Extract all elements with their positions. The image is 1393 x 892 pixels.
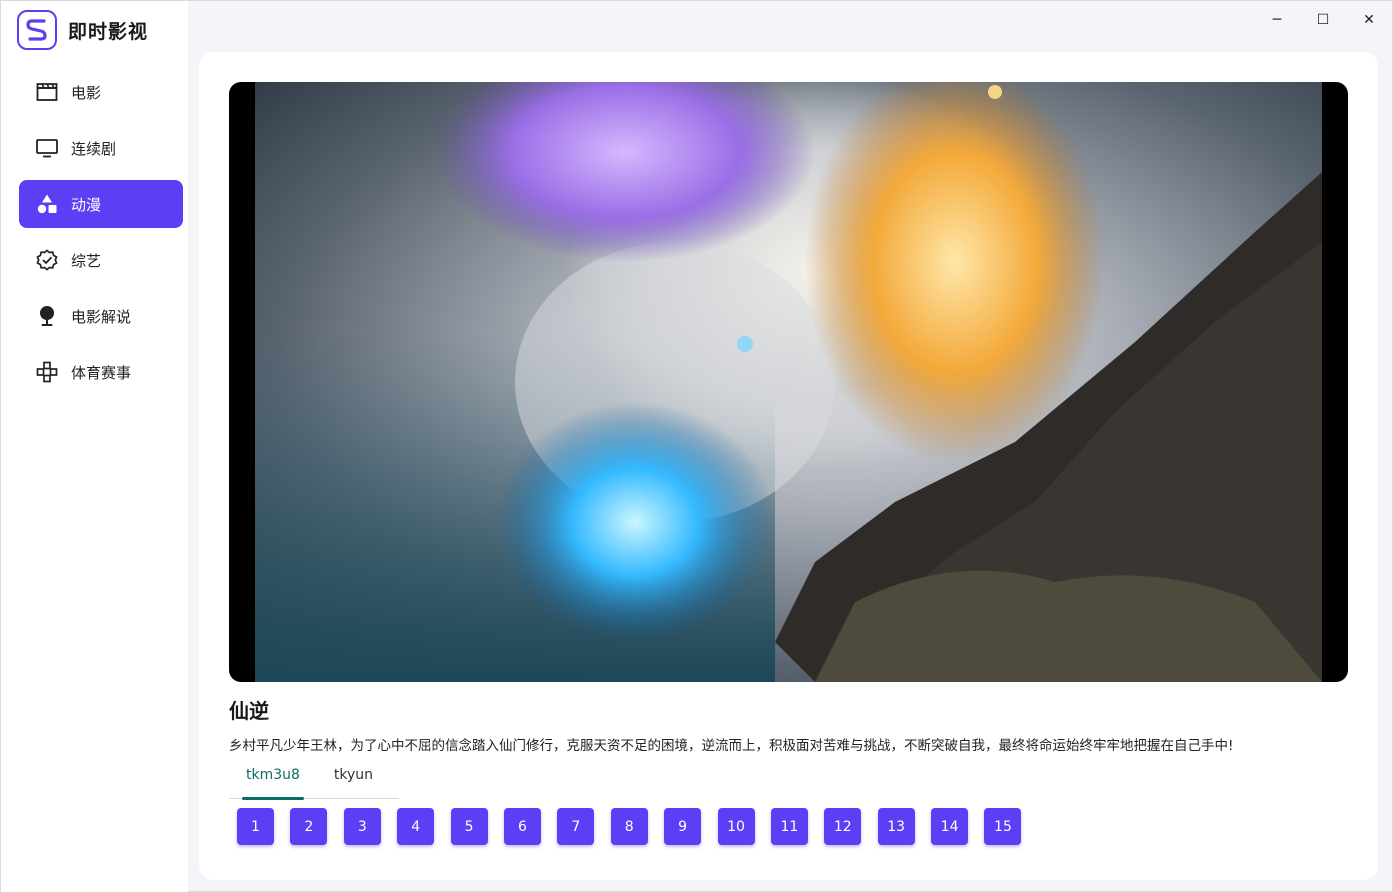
close-button[interactable]: ✕ — [1346, 1, 1392, 39]
sidebar-item-anime[interactable]: 动漫 — [19, 180, 183, 228]
sidebar: 即时影视 电影 连续剧 动漫 综艺 电影解说 体育赛事 — [1, 1, 188, 892]
sidebar-item-variety[interactable]: 综艺 — [19, 236, 183, 284]
microphone-icon — [35, 304, 59, 328]
episode-button[interactable]: 12 — [824, 808, 862, 845]
app-title: 即时影视 — [68, 20, 149, 43]
content-card: 仙逆 乡村平凡少年王林，为了心中不屈的信念踏入仙门修行，克服天资不足的困境，逆流… — [199, 52, 1378, 880]
episode-button[interactable]: 11 — [770, 808, 808, 845]
episode-button[interactable]: 2 — [290, 808, 328, 845]
episode-button[interactable]: 5 — [450, 808, 488, 845]
sidebar-item-label: 体育赛事 — [71, 363, 132, 382]
clapperboard-icon — [35, 80, 59, 104]
gamepad-icon — [35, 360, 59, 384]
sidebar-item-tv-series[interactable]: 连续剧 — [19, 124, 183, 172]
sidebar-item-label: 综艺 — [71, 251, 102, 270]
sidebar-item-label: 动漫 — [71, 195, 102, 214]
app-window: 即时影视 电影 连续剧 动漫 综艺 电影解说 体育赛事 ─ ☐ ✕ 仙逆 乡村平… — [0, 0, 1393, 892]
episode-button[interactable]: 8 — [610, 808, 648, 845]
tab-source-tkm3u8[interactable]: tkm3u8 — [229, 759, 317, 800]
episode-button[interactable]: 14 — [931, 808, 969, 845]
sidebar-item-movie-commentary[interactable]: 电影解说 — [19, 292, 183, 340]
minimize-button[interactable]: ─ — [1254, 1, 1300, 39]
sidebar-item-label: 电影解说 — [71, 307, 132, 326]
episode-button[interactable]: 1 — [237, 808, 274, 845]
source-tabs: tkm3u8 tkyun — [229, 759, 399, 800]
video-player[interactable] — [229, 82, 1348, 682]
app-logo-icon — [17, 10, 57, 50]
episode-button[interactable]: 9 — [664, 808, 702, 845]
episode-button[interactable]: 3 — [343, 808, 381, 845]
monitor-icon — [35, 136, 59, 160]
tab-source-tkyun[interactable]: tkyun — [317, 759, 390, 799]
sidebar-item-sports[interactable]: 体育赛事 — [19, 348, 183, 396]
sidebar-item-movies[interactable]: 电影 — [19, 68, 183, 116]
sidebar-item-label: 连续剧 — [71, 139, 117, 158]
shapes-icon — [35, 192, 59, 216]
maximize-button[interactable]: ☐ — [1300, 1, 1346, 39]
episode-list: 1 2 3 4 5 6 7 8 9 10 11 12 13 14 15 — [237, 808, 1038, 845]
brand: 即时影视 — [17, 10, 148, 50]
sidebar-nav: 电影 连续剧 动漫 综艺 电影解说 体育赛事 — [19, 68, 183, 404]
episode-button[interactable]: 13 — [877, 808, 915, 845]
window-controls: ─ ☐ ✕ — [1254, 1, 1392, 39]
video-description: 乡村平凡少年王林，为了心中不屈的信念踏入仙门修行，克服天资不足的困境，逆流而上，… — [229, 738, 1234, 754]
video-title: 仙逆 — [229, 699, 269, 723]
badge-check-icon — [35, 248, 59, 272]
sidebar-item-label: 电影 — [71, 83, 102, 102]
episode-button[interactable]: 6 — [503, 808, 541, 845]
episode-button[interactable]: 4 — [397, 808, 435, 845]
episode-button[interactable]: 10 — [717, 808, 755, 845]
episode-button[interactable]: 15 — [984, 808, 1022, 845]
episode-button[interactable]: 7 — [557, 808, 595, 845]
video-frame — [255, 82, 1322, 682]
